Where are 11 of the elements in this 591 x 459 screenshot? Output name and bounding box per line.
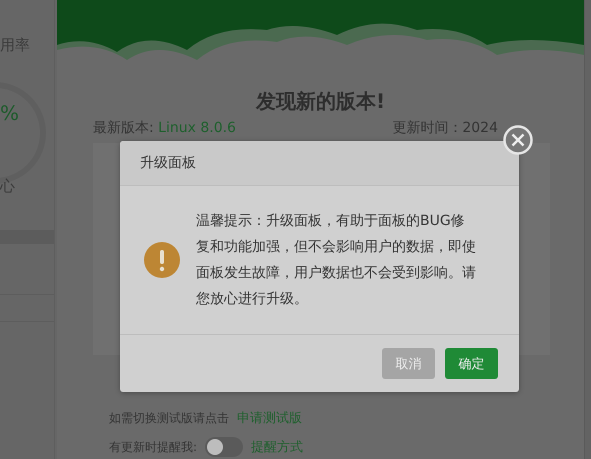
warning-icon xyxy=(144,242,180,278)
reminder-toggle[interactable] xyxy=(205,437,244,457)
version-label: 最新版本: xyxy=(93,120,154,136)
version-value: Linux 8.0.6 xyxy=(158,120,236,136)
update-title: 发现新的版本! xyxy=(254,88,386,115)
usage-value: % xyxy=(0,101,20,125)
beta-link[interactable]: 申请测试版 xyxy=(237,409,302,427)
confirm-button[interactable]: 确定 xyxy=(445,348,498,379)
dialog-message: 温馨提示：升级面板，有助于面板的BUG修复和功能加强，但不会影响用户的数据，即使面板发生故障，用户数据也不会受到影响。请您放心进行升级。 xyxy=(196,212,477,309)
reminder-link[interactable]: 提醒方式 xyxy=(251,438,304,456)
dialog-title: 升级面板 xyxy=(120,141,519,186)
